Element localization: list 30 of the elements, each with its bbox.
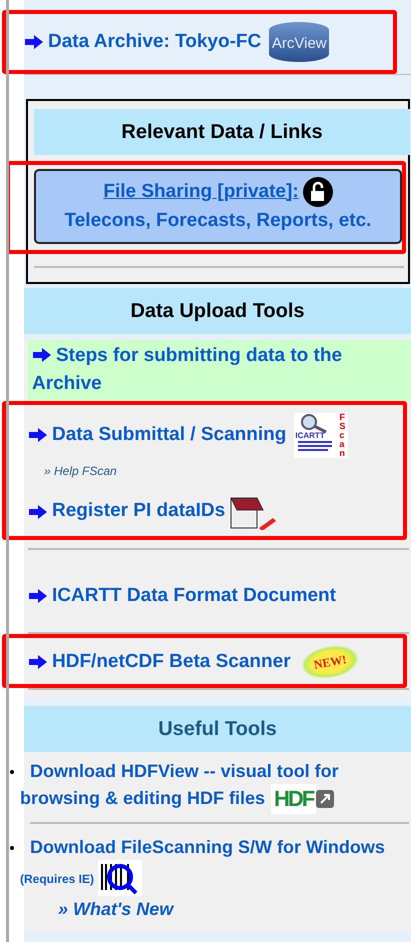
section-heading: Useful Tools [24, 706, 411, 752]
barcode-scanner-icon [98, 860, 142, 896]
padlock-icon [302, 177, 333, 207]
steps-link[interactable]: Steps for submitting data to the Archive [32, 342, 407, 398]
requirement-note: (Requires IE) [20, 870, 94, 888]
link[interactable]: Data Submittal / Scanning [52, 420, 286, 450]
section-heading: Data Upload Tools [24, 288, 411, 334]
arrow-icon [28, 655, 48, 669]
section-heading: Relevant Data / Links [34, 109, 410, 155]
arrow-icon [28, 504, 48, 518]
link[interactable]: Register PI dataIDs [52, 497, 226, 526]
archive-link[interactable]: Data Archive: Tokyo-FC [48, 28, 262, 56]
arrow-icon [28, 588, 48, 603]
file-sharing-link[interactable]: File Sharing [private]: [103, 178, 299, 206]
download-link[interactable]: Download FileScanning S/W for Windows (Requires IE) [20, 834, 411, 896]
help-link[interactable]: » Help FScan [44, 462, 403, 480]
link[interactable]: HDF/netCDF Beta Scanner [52, 648, 291, 676]
database-logo: ArcView [269, 22, 330, 62]
subtitle: Telecons, Forecasts, Reports, etc. [64, 209, 372, 233]
download-link[interactable]: Download HDFView -- visual tool for browsing & editing HDF files HDF [20, 758, 411, 814]
fscan-logo: ICARTT FScan [294, 412, 348, 458]
arrow-icon [32, 348, 52, 362]
link[interactable]: ICARTT Data Format Document [52, 582, 336, 610]
hdf-logo: HDF [271, 784, 316, 814]
arrow-icon [24, 35, 44, 49]
whats-new-link[interactable]: » What's New [58, 896, 411, 922]
bullet-icon [10, 846, 14, 850]
external-link-icon [316, 790, 334, 808]
bullet-icon [10, 770, 14, 774]
arrow-icon [28, 428, 48, 442]
